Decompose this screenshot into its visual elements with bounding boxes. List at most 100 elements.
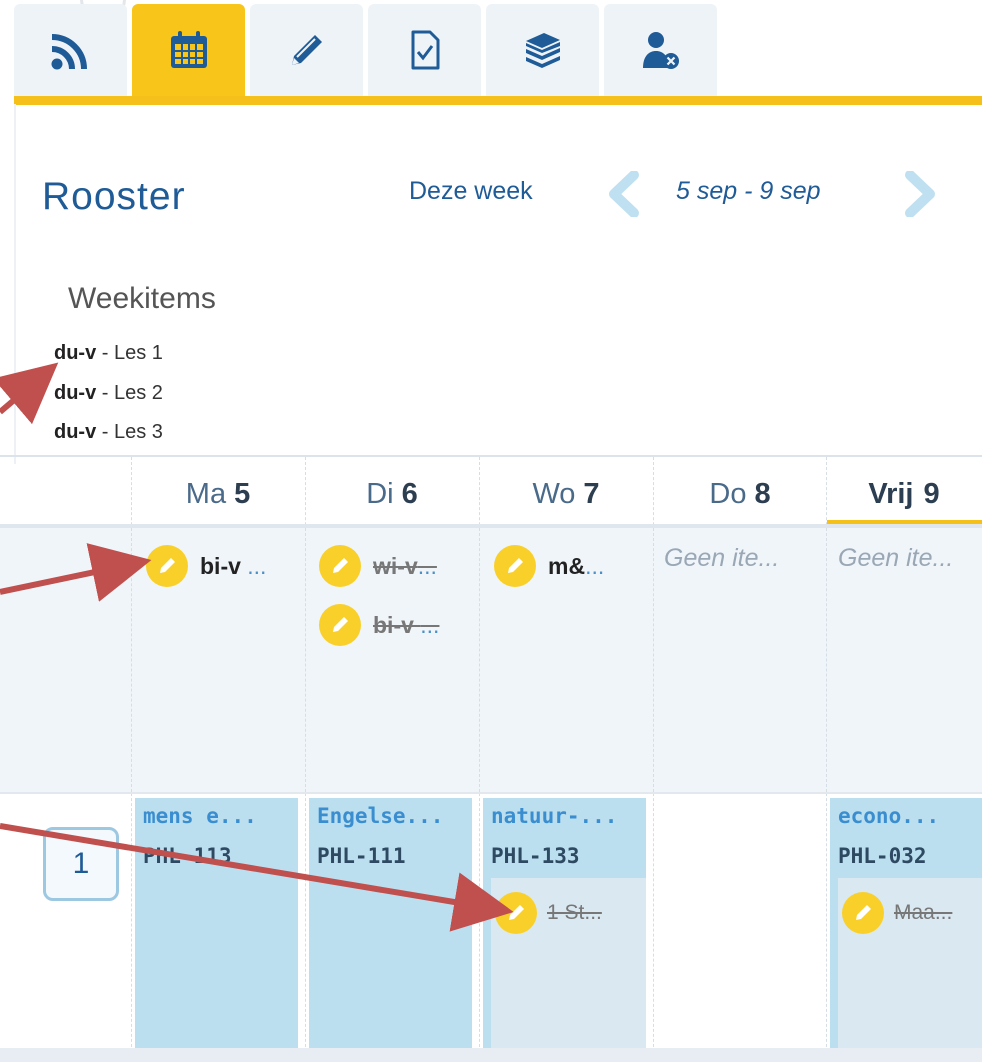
week-range: 5 sep - 9 sep (676, 177, 821, 205)
rss-feed-icon (51, 34, 87, 70)
day-header-vrij[interactable]: Vrij 9 (826, 466, 982, 522)
weekitem[interactable]: du-v - Les 3 (54, 421, 163, 444)
lesson-block[interactable]: mens e... PHL-113 (135, 798, 298, 1048)
day-header-do[interactable]: Do 8 (653, 466, 827, 522)
chevron-right-icon[interactable] (900, 171, 940, 217)
tab-huiswerk[interactable] (250, 4, 363, 96)
homework-item[interactable]: bi-v ... (319, 604, 439, 646)
day-number: 8 (754, 477, 771, 510)
pencil-badge-icon (842, 892, 884, 934)
lesson-room: PHL-133 (491, 844, 580, 868)
no-items-text: Geen ite... (838, 544, 954, 572)
tab-feed[interactable] (14, 4, 127, 96)
column-divider (305, 528, 306, 792)
pencil-icon (291, 35, 322, 65)
lesson-room: PHL-032 (838, 844, 927, 868)
hour-badge: 1 (43, 827, 119, 901)
chevron-left-icon[interactable] (604, 171, 644, 217)
homework-item[interactable]: wi-v... (319, 545, 437, 587)
homework-item[interactable]: Maa... (842, 892, 952, 934)
homework-text: 1 St... (547, 901, 602, 924)
no-items-text: Geen ite... (664, 544, 780, 572)
weekitem-code: du-v (54, 342, 97, 364)
tab-taken[interactable] (368, 4, 481, 96)
lesson-homework-area: 1 St... (491, 878, 646, 1048)
pencil-badge-icon (495, 892, 537, 934)
day-name: Vrij (868, 477, 914, 510)
weekitem[interactable]: du-v - Les 2 (54, 382, 163, 405)
day-name: Do (709, 477, 747, 510)
column-divider (479, 528, 480, 792)
page-title: Rooster (42, 175, 186, 218)
day-header-ma[interactable]: Ma 5 (131, 466, 305, 522)
lesson-block[interactable]: Engelse... PHL-111 (309, 798, 472, 1048)
weekitems-title: Weekitems (68, 282, 216, 315)
day-name: Di (366, 477, 394, 510)
weekitem-sep: - (96, 421, 114, 443)
grid-top-line (0, 455, 982, 457)
weekitem-text: Les 3 (114, 421, 163, 443)
lesson-subject: mens e... (143, 804, 257, 828)
day-header-di[interactable]: Di 6 (305, 466, 479, 522)
weekitem-code: du-v (54, 421, 97, 443)
lesson-subject: Engelse... (317, 804, 444, 828)
tab-bar (0, 0, 982, 105)
weekitem-sep: - (96, 342, 114, 364)
ellipsis: ... (420, 611, 440, 638)
homework-item[interactable]: 1 St... (495, 892, 602, 934)
homework-item[interactable]: m&... (494, 545, 604, 587)
day-number: 5 (234, 477, 251, 510)
weekitem-code: du-v (54, 382, 97, 404)
tab-boeken[interactable] (486, 4, 599, 96)
lesson-homework-area: Maa... (838, 878, 982, 1048)
day-name: Ma (185, 477, 227, 510)
day-number: 9 (923, 477, 940, 510)
day-number: 7 (583, 477, 600, 510)
lesson-subject: natuur-... (491, 804, 618, 828)
lesson-subject: econo... (838, 804, 940, 828)
day-name: Wo (532, 477, 576, 510)
this-week-link[interactable]: Deze week (409, 177, 533, 206)
ellipsis: ... (417, 552, 437, 579)
tab-afwezigheid[interactable] (604, 4, 717, 96)
homework-text: wi-v... (373, 553, 437, 580)
ellipsis: ... (240, 552, 267, 579)
column-divider (131, 528, 132, 792)
homework-subject: bi-v (373, 611, 421, 638)
weekitem-text: Les 2 (114, 382, 163, 404)
homework-text: bi-v ... (373, 612, 439, 639)
books-icon (525, 33, 560, 68)
pencil-badge-icon (319, 545, 361, 587)
weekitem[interactable]: du-v - Les 1 (54, 342, 163, 365)
homework-text: Maa... (894, 901, 953, 924)
checklist-document-icon (411, 30, 439, 70)
left-frame (14, 104, 16, 464)
homework-text: m&... (548, 553, 604, 580)
homework-text: bi-v ... (200, 553, 266, 580)
lesson-room: PHL-111 (317, 844, 406, 868)
calendar-icon (170, 31, 207, 68)
weekitem-text: Les 1 (114, 342, 163, 364)
homework-item[interactable]: bi-v ... (146, 545, 266, 587)
pencil-badge-icon (319, 604, 361, 646)
hour-divider (0, 792, 982, 794)
homework-subject: bi-v (200, 552, 241, 579)
lesson-room: PHL-113 (143, 844, 232, 868)
homework-subject: m& (548, 552, 586, 579)
weekitem-sep: - (96, 382, 114, 404)
homework-subject: wi-v (373, 552, 418, 579)
column-divider (653, 528, 654, 792)
user-remove-icon (642, 32, 679, 69)
bottom-row (0, 1048, 982, 1062)
pencil-badge-icon (146, 545, 188, 587)
day-number: 6 (401, 477, 418, 510)
tab-rooster[interactable] (132, 4, 245, 96)
arrow (0, 362, 59, 425)
ellipsis: ... (585, 552, 605, 579)
lesson-block[interactable]: natuur-... PHL-133 1 St... (483, 798, 646, 1048)
lesson-block[interactable]: econo... PHL-032 Maa... (830, 798, 982, 1048)
day-header-wo[interactable]: Wo 7 (479, 466, 653, 522)
tab-bar-underline (14, 96, 982, 105)
pencil-badge-icon (494, 545, 536, 587)
column-divider (826, 528, 827, 792)
